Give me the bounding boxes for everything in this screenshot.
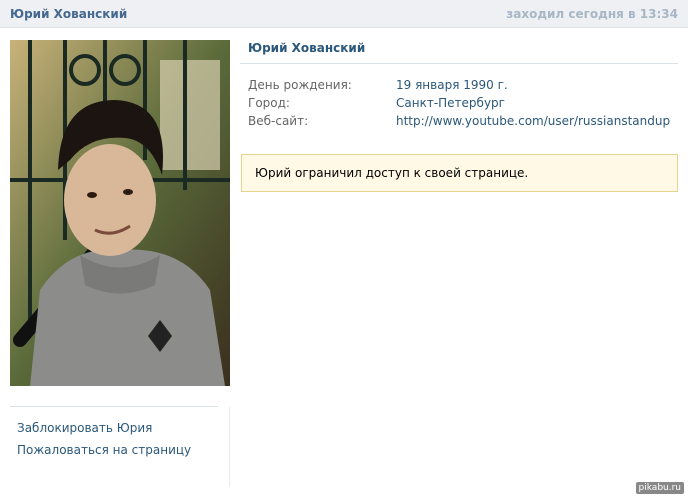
- info-value-website-link[interactable]: http://www.youtube.com/user/russianstand…: [396, 112, 670, 130]
- info-value-city[interactable]: Санкт-Петербург: [396, 94, 505, 112]
- profile-photo-image: [10, 40, 230, 386]
- info-label: Город:: [248, 96, 290, 110]
- left-column-divider: [10, 406, 218, 407]
- pikabu-watermark: pikabu.ru: [635, 482, 684, 494]
- left-column-edge: [229, 407, 230, 487]
- report-page-link[interactable]: Пожаловаться на страницу: [17, 439, 191, 461]
- info-value-birthday[interactable]: 19 января 1990 г.: [396, 76, 508, 94]
- last-seen-status: заходил сегодня в 13:34: [506, 7, 678, 21]
- info-row-website: Веб-сайт: http://www.youtube.com/user/ru…: [248, 112, 670, 130]
- info-label: День рождения:: [248, 78, 352, 92]
- profile-photo[interactable]: [10, 40, 230, 386]
- profile-name: Юрий Хованский: [248, 41, 366, 55]
- header-user-name[interactable]: Юрий Хованский: [10, 7, 127, 21]
- info-label: Веб-сайт:: [248, 114, 309, 128]
- page-header: Юрий Хованский заходил сегодня в 13:34: [0, 0, 688, 28]
- restricted-access-notice: Юрий ограничил доступ к своей странице.: [241, 154, 678, 192]
- profile-info: День рождения: 19 января 1990 г. Город: …: [248, 76, 670, 130]
- profile-name-divider: [240, 63, 678, 64]
- info-row-birthday: День рождения: 19 января 1990 г.: [248, 76, 670, 94]
- block-user-link[interactable]: Заблокировать Юрия: [17, 417, 191, 439]
- info-row-city: Город: Санкт-Петербург: [248, 94, 670, 112]
- profile-actions: Заблокировать Юрия Пожаловаться на стран…: [17, 417, 191, 461]
